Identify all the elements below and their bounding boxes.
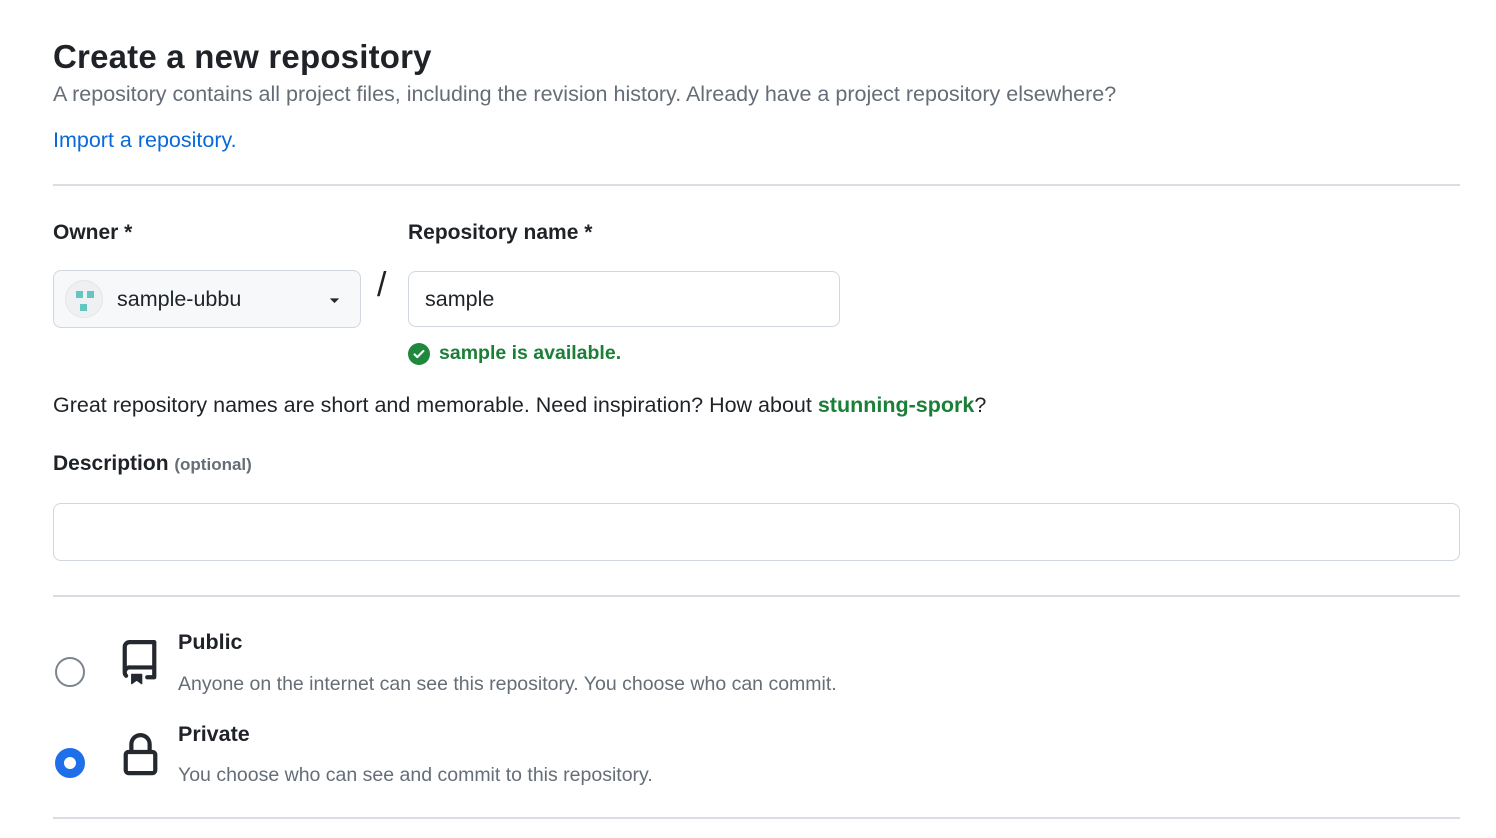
page-title: Create a new repository	[53, 38, 432, 76]
description-optional-note: (optional)	[174, 455, 251, 474]
divider	[53, 817, 1460, 819]
availability-message: sample is available.	[408, 342, 621, 365]
owner-dropdown-button[interactable]: sample-ubbu	[53, 270, 361, 328]
suggestion-text-before: Great repository names are short and mem…	[53, 393, 818, 417]
owner-avatar-icon	[65, 280, 103, 318]
divider	[53, 184, 1460, 186]
suggested-name-link[interactable]: stunning-spork	[818, 393, 974, 417]
private-option-label[interactable]: Private	[178, 722, 250, 747]
check-circle-icon	[408, 343, 430, 365]
description-input[interactable]	[53, 503, 1460, 561]
name-suggestion: Great repository names are short and mem…	[53, 393, 1453, 418]
page-subtitle: A repository contains all project files,…	[53, 82, 1453, 107]
private-radio[interactable]	[55, 748, 85, 778]
availability-text: sample is available.	[439, 342, 621, 365]
repo-icon	[117, 640, 162, 690]
create-repository-page: Create a new repository A repository con…	[0, 0, 1496, 838]
description-label: Description (optional)	[53, 452, 252, 476]
repository-name-input[interactable]	[408, 271, 840, 327]
owner-label: Owner *	[53, 221, 132, 245]
public-option-description: Anyone on the internet can see this repo…	[178, 673, 837, 696]
triangle-down-icon	[325, 290, 344, 309]
description-label-text: Description	[53, 452, 169, 475]
import-repository-link[interactable]: Import a repository.	[53, 128, 237, 153]
public-radio[interactable]	[55, 657, 85, 687]
owner-login: sample-ubbu	[117, 287, 241, 312]
owner-repo-separator: /	[377, 266, 386, 305]
public-option-label[interactable]: Public	[178, 630, 243, 655]
repository-name-label: Repository name *	[408, 221, 592, 245]
suggestion-text-after: ?	[974, 393, 986, 417]
private-option-description: You choose who can see and commit to thi…	[178, 764, 653, 787]
divider	[53, 595, 1460, 597]
lock-icon	[118, 733, 163, 783]
